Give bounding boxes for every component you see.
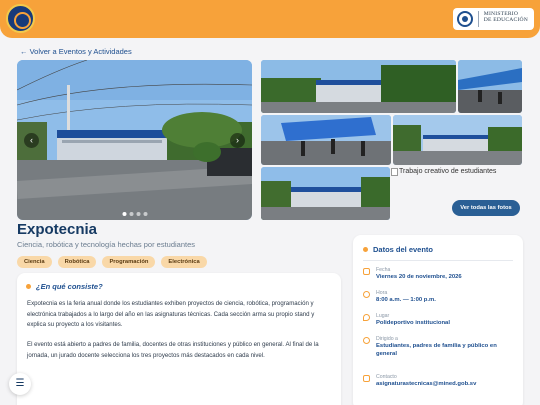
location-pin-icon (363, 314, 370, 321)
description-heading: ¿En qué consiste? (36, 282, 103, 291)
event-tags: Ciencia Robótica Programación Electrónic… (17, 256, 207, 268)
event-details-card: Datos del evento Fecha Viernes 20 de nov… (353, 235, 523, 405)
tag-ciencia: Ciencia (17, 256, 52, 268)
divider (363, 260, 513, 261)
people-icon (363, 337, 370, 344)
back-link[interactable]: ← Volver a Eventos y Actividades (20, 47, 132, 56)
detail-value: Viernes 20 de noviembre, 2026 (376, 274, 462, 280)
school-logo[interactable] (6, 4, 35, 33)
detail-label: Lugar (376, 313, 390, 319)
gallery-photo[interactable] (261, 167, 390, 220)
tag-programacion: Programación (102, 256, 156, 268)
tag-electronica: Electrónica (161, 256, 207, 268)
description-paragraph: Expotecnia es la feria anual donde los e… (27, 300, 315, 328)
carousel-dots (122, 212, 147, 216)
top-bar: MINISTERIO DE EDUCACIÓN (0, 0, 540, 38)
detail-label: Hora (376, 290, 388, 296)
logo-divider (477, 11, 479, 27)
carousel-prev-button[interactable]: ‹ (24, 133, 39, 148)
contact-email-link[interactable]: asignaturastecnicas@mined.gob.sv (376, 381, 514, 389)
carousel-next-button[interactable]: › (230, 133, 245, 148)
tag-robotica: Robótica (57, 256, 97, 268)
detail-label: Dirigido a (376, 336, 398, 342)
ministry-logo[interactable]: MINISTERIO DE EDUCACIÓN (452, 8, 534, 30)
gallery-photo[interactable] (458, 60, 522, 113)
event-title: Expotecnia (17, 221, 98, 238)
seal-icon (456, 11, 473, 27)
detail-value: 8:00 a.m. — 1:00 p.m. (376, 297, 436, 303)
carousel-dot[interactable] (136, 212, 140, 216)
description-paragraph: El evento está abierto a padres de famil… (27, 341, 319, 359)
clock-icon (363, 291, 370, 298)
hero-photo (17, 60, 252, 220)
bullet-icon (26, 284, 31, 289)
gallery-photo[interactable] (261, 60, 456, 113)
gallery-photo[interactable] (393, 115, 522, 165)
carousel-dot[interactable] (122, 212, 126, 216)
bullet-icon (363, 247, 368, 252)
description-card: ¿En qué consiste? Expotecnia es la feria… (17, 273, 341, 405)
event-subtitle: Ciencia, robótica y tecnología hechas po… (17, 240, 196, 249)
detail-value: Estudiantes, padres de familia y público… (376, 343, 497, 357)
menu-button[interactable]: ☰ (9, 373, 31, 395)
carousel-dot[interactable] (129, 212, 133, 216)
hero-carousel[interactable]: ‹ › (17, 60, 252, 220)
missing-image-alt: Trabajo creativo de estudiantes (399, 168, 497, 175)
detail-label: Fecha (376, 267, 391, 273)
gallery-photo[interactable] (261, 115, 391, 165)
mail-icon (363, 375, 370, 382)
view-all-photos-button[interactable]: Ver todas las fotos (452, 200, 520, 216)
broken-image-icon (391, 168, 398, 176)
detail-value: Polideportivo institucional (376, 320, 450, 326)
carousel-dot[interactable] (143, 212, 147, 216)
detail-label: Contacto (376, 374, 397, 380)
ministry-name: MINISTERIO DE EDUCACIÓN (483, 11, 528, 23)
calendar-icon (363, 268, 370, 275)
details-heading: Datos del evento (373, 245, 434, 254)
